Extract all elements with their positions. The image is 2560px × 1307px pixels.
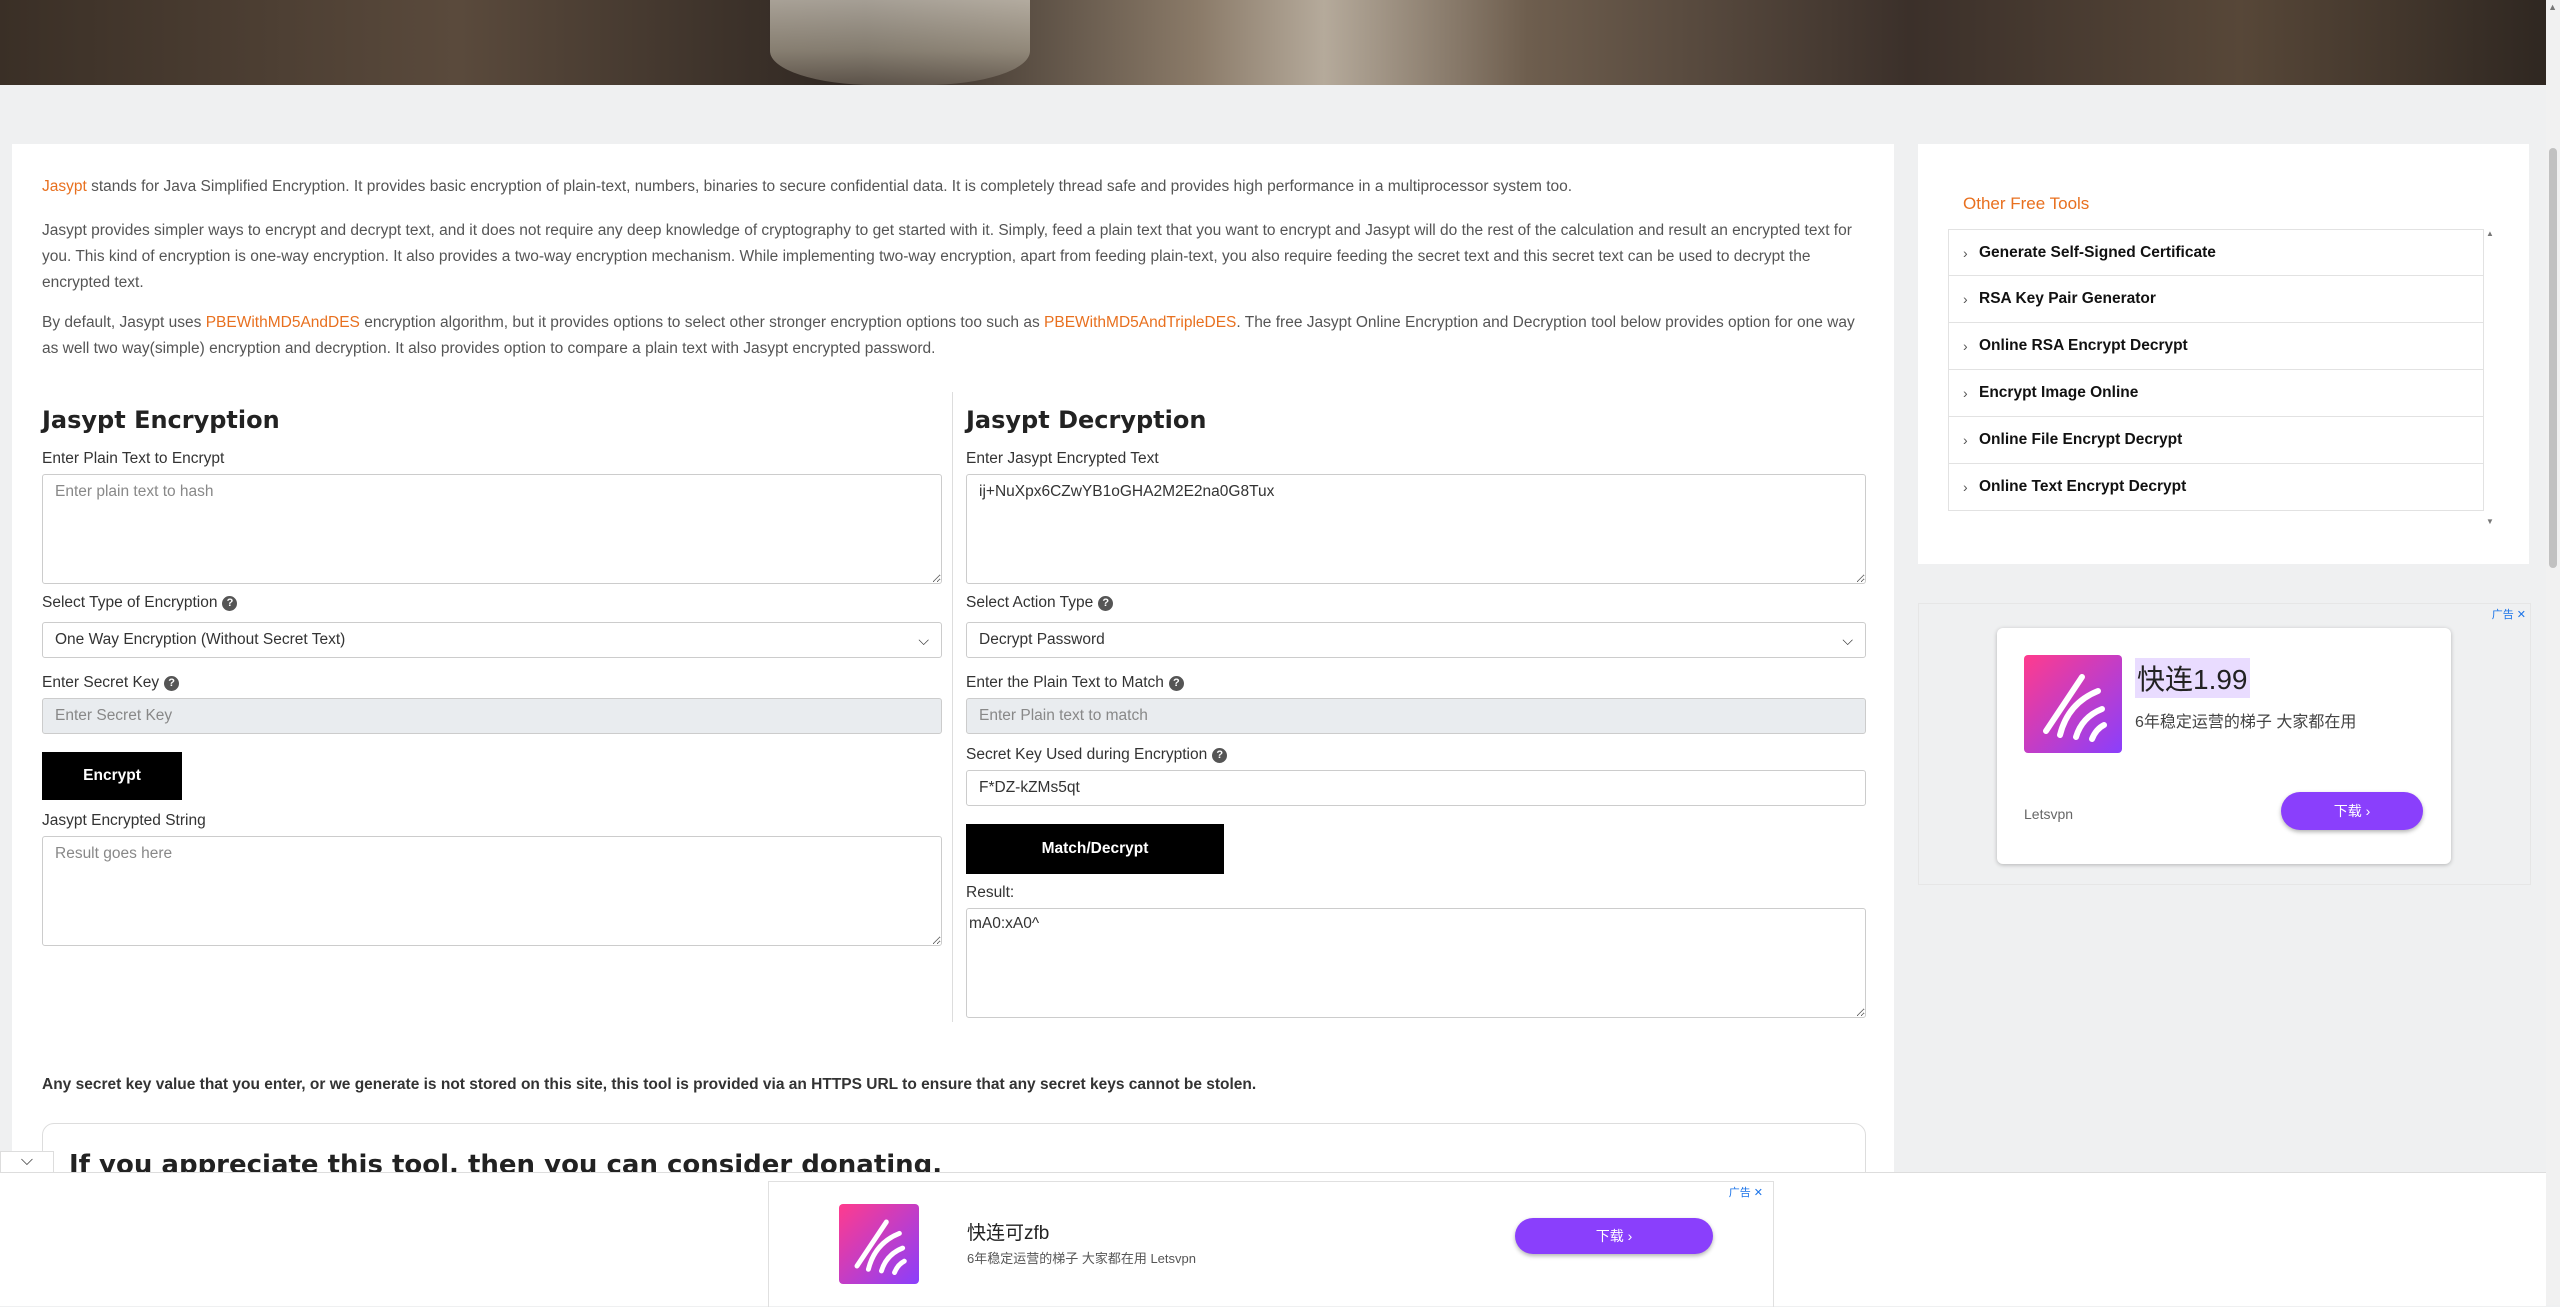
security-note: Any secret key value that you enter, or …	[42, 1076, 1257, 1093]
tool-link-file-encrypt-decrypt[interactable]: › Online File Encrypt Decrypt	[1948, 417, 2484, 464]
bottom-ad-frame[interactable]: 广告 ✕ 快连可zfb 6年稳定运营的梯子 大家都在用 Letsvpn 下载 ›	[768, 1181, 1774, 1307]
secret-key-used-label: Secret Key Used during Encryption?	[966, 746, 1228, 764]
pbewithmd5andtripledes-link[interactable]: PBEWithMD5AndTripleDES	[1044, 314, 1236, 331]
ad-title: 快连1.99	[2135, 658, 2250, 698]
encrypted-text-input[interactable]: ij+NuXpx6CZwYB1oGHA2M2E2na0G8Tux	[966, 474, 1866, 584]
main-content: Jasypt stands for Java Simplified Encryp…	[12, 144, 1894, 1174]
help-icon[interactable]: ?	[164, 676, 180, 691]
help-icon[interactable]: ?	[1168, 676, 1184, 691]
ad-card[interactable]: 快连1.99 6年稳定运营的梯子 大家都在用 Letsvpn 下载 ›	[1997, 628, 2451, 864]
ad-choices-close-icon[interactable]: 广告 ✕	[1729, 1184, 1763, 1200]
intro-paragraph-1: Jasypt stands for Java Simplified Encryp…	[42, 178, 1573, 195]
secret-key-used-input[interactable]	[966, 770, 1866, 806]
plain-text-input[interactable]	[42, 474, 942, 584]
help-icon[interactable]: ?	[222, 596, 238, 611]
encrypt-button[interactable]: Encrypt	[42, 752, 182, 800]
result-label: Result:	[966, 884, 1015, 901]
bottom-anchor-advertisement[interactable]: 广告 ✕ 快连可zfb 6年稳定运营的梯子 大家都在用 Letsvpn 下载 ›	[0, 1172, 2546, 1307]
letsvpn-logo-icon	[839, 1204, 919, 1284]
chevron-right-icon: ›	[1963, 338, 1968, 354]
encrypted-text-label: Enter Jasypt Encrypted Text	[966, 450, 1159, 467]
help-icon[interactable]: ?	[1098, 596, 1114, 611]
help-icon[interactable]: ?	[1212, 748, 1228, 763]
decryption-heading: Jasypt Decryption	[966, 406, 1207, 434]
scrollbar-thumb[interactable]	[2549, 148, 2557, 568]
pbewithmd5anddes-link[interactable]: PBEWithMD5AndDES	[206, 314, 360, 331]
sidebar-advertisement[interactable]: 广告 ✕ 快连1.99 6年稳定运营的梯子 大家都在用 Letsvpn 下载 ›	[1918, 603, 2531, 885]
ad-choices-close-icon[interactable]: 广告 ✕	[2492, 606, 2526, 622]
bottom-ad-download-button[interactable]: 下载 ›	[1515, 1218, 1713, 1254]
page-scrollbar[interactable]: ▲	[2546, 0, 2560, 1305]
chevron-right-icon: ›	[1963, 479, 1968, 495]
hero-banner-image	[0, 0, 2546, 85]
encryption-type-select[interactable]: One Way Encryption (Without Secret Text)…	[42, 622, 942, 658]
chevron-right-icon: ›	[1963, 432, 1968, 448]
scroll-down-arrow-icon[interactable]: ▼	[2486, 517, 2494, 526]
intro-paragraph-2: Jasypt provides simpler ways to encrypt …	[42, 222, 1852, 291]
tool-link-rsa-key-pair[interactable]: › RSA Key Pair Generator	[1948, 276, 2484, 323]
decrypt-result-output[interactable]: mA0:xA0^	[966, 908, 1866, 1018]
secret-key-input[interactable]	[42, 698, 942, 734]
encryption-heading: Jasypt Encryption	[42, 406, 280, 434]
bottom-ad-title: 快连可zfb	[967, 1223, 1050, 1244]
tool-link-encrypt-image[interactable]: › Encrypt Image Online	[1948, 370, 2484, 417]
intro-paragraph-3: By default, Jasypt uses PBEWithMD5AndDES…	[42, 314, 1855, 357]
tools-list: › Generate Self-Signed Certificate › RSA K…	[1948, 229, 2484, 529]
tool-link-rsa-encrypt-decrypt[interactable]: › Online RSA Encrypt Decrypt	[1948, 323, 2484, 370]
donate-heading: If you appreciate this tool, then you ca…	[69, 1150, 943, 1174]
tools-list-scrollbar[interactable]: ▲ ▼	[2486, 229, 2496, 529]
match-decrypt-button[interactable]: Match/Decrypt	[966, 824, 1224, 874]
chevron-down-icon: ⌵	[1842, 632, 1853, 648]
chevron-down-icon: ⌵	[918, 632, 929, 648]
chevron-right-icon: ›	[1963, 385, 1968, 401]
scroll-up-arrow-icon[interactable]: ▲	[2548, 2, 2557, 12]
plain-text-label: Enter Plain Text to Encrypt	[42, 450, 225, 467]
column-divider	[952, 392, 953, 1022]
secret-key-label: Enter Secret Key?	[42, 674, 180, 692]
other-tools-title: Other Free Tools	[1963, 194, 2090, 213]
ad-download-button[interactable]: 下载 ›	[2281, 792, 2423, 830]
encrypted-result-output[interactable]	[42, 836, 942, 946]
scroll-up-arrow-icon[interactable]: ▲	[2486, 229, 2494, 238]
jasypt-link[interactable]: Jasypt	[42, 178, 87, 195]
match-text-label: Enter the Plain Text to Match?	[966, 674, 1184, 692]
tool-link-text-encrypt-decrypt[interactable]: › Online Text Encrypt Decrypt	[1948, 464, 2484, 511]
chevron-right-icon: ›	[1963, 291, 1968, 307]
other-tools-panel: Other Free Tools › Generate Self-Signed C…	[1918, 144, 2529, 564]
chevron-right-icon: ›	[1963, 245, 1968, 261]
ad-subtitle: 6年稳定运营的梯子 大家都在用	[2135, 714, 2357, 731]
encryption-type-label: Select Type of Encryption?	[42, 594, 238, 612]
action-type-label: Select Action Type?	[966, 594, 1114, 612]
action-type-select[interactable]: Decrypt Password ⌵	[966, 622, 1866, 658]
tool-link-self-signed-certificate[interactable]: › Generate Self-Signed Certificate	[1948, 229, 2484, 276]
ad-brand: Letsvpn	[2024, 806, 2074, 822]
match-text-input[interactable]	[966, 698, 1866, 734]
bottom-ad-subtitle: 6年稳定运营的梯子 大家都在用 Letsvpn	[967, 1251, 1196, 1266]
letsvpn-logo-icon	[2024, 655, 2122, 753]
donate-section: If you appreciate this tool, then you ca…	[42, 1123, 1866, 1174]
encrypted-string-label: Jasypt Encrypted String	[42, 812, 206, 829]
